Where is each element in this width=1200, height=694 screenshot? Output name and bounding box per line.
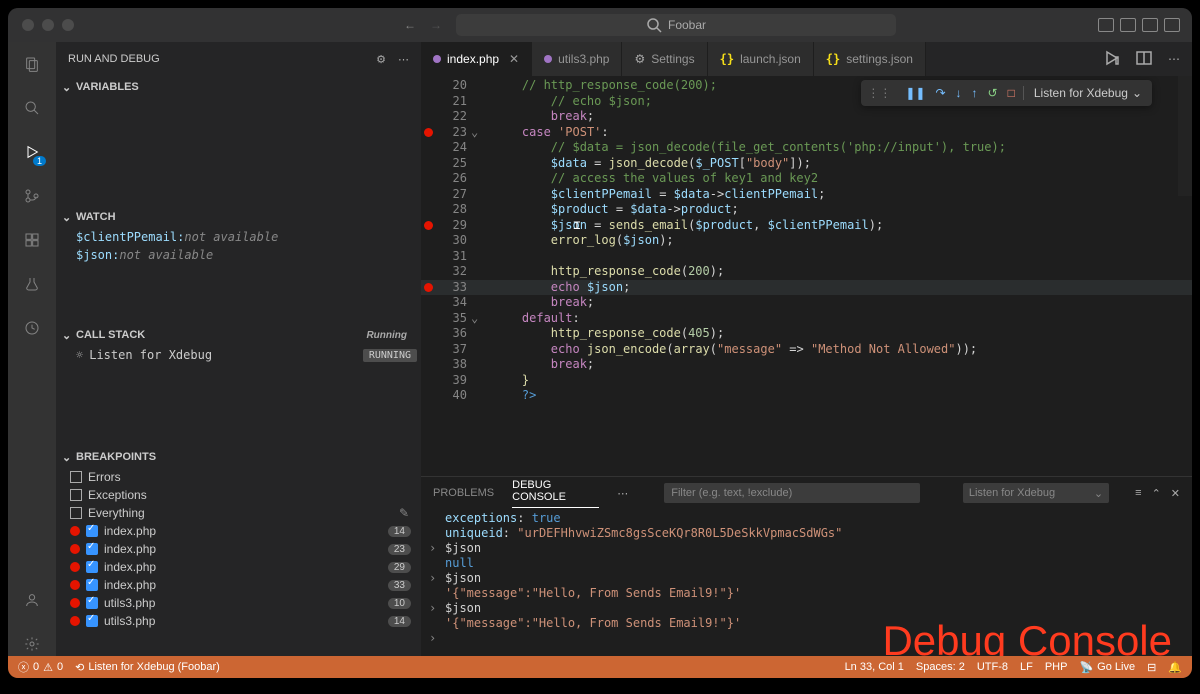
extensions-icon[interactable] <box>20 228 44 252</box>
titlebar: ← → Foobar <box>8 8 1192 42</box>
breakpoint-item[interactable]: Everything✎ <box>56 504 421 522</box>
debug-console[interactable]: Debug Console exceptions: true uniqueid:… <box>421 509 1192 656</box>
sidebar: RUN AND DEBUG ⚙ ⋯ ⌄VARIABLES ⌄WATCH $cli… <box>56 42 421 656</box>
back-icon[interactable]: ← <box>404 18 416 32</box>
breakpoint-item[interactable]: utils3.php10 <box>56 594 421 612</box>
errors-count[interactable]: ⓧ 0 ⚠ 0 <box>18 659 63 675</box>
step-into-icon[interactable]: ↓ <box>956 86 962 100</box>
debug-session-dropdown[interactable]: Listen for Xdebug⌄ <box>963 483 1109 503</box>
debug-status[interactable]: ⟲ Listen for Xdebug (Foobar) <box>75 661 220 674</box>
annotation: Debug Console <box>882 633 1172 648</box>
testing-icon[interactable] <box>20 272 44 296</box>
restart-icon[interactable]: ↺ <box>988 86 998 100</box>
editor[interactable]: ⋮⋮ ❚❚ ↷ ↓ ↑ ↺ □ Listen for Xdebug⌄ 20 //… <box>421 76 1192 476</box>
pause-icon[interactable]: ❚❚ <box>905 86 925 100</box>
watch-item[interactable]: $clientPPemail: not available <box>56 228 421 246</box>
tab[interactable]: {}launch.json <box>708 42 814 76</box>
more-icon[interactable]: ⋯ <box>398 53 409 66</box>
step-over-icon[interactable]: ↷ <box>935 86 945 100</box>
clear-icon[interactable]: ≡ <box>1135 487 1141 500</box>
breakpoint-item[interactable]: Errors <box>56 468 421 486</box>
section-breakpoints[interactable]: ⌄BREAKPOINTS <box>56 446 421 468</box>
debug-icon[interactable]: 1 <box>20 140 44 164</box>
indentation[interactable]: Spaces: 2 <box>916 661 965 673</box>
tab[interactable]: utils3.php <box>532 42 622 76</box>
debug-config-dropdown[interactable]: Listen for Xdebug⌄ <box>1023 86 1152 100</box>
chevron-up-icon[interactable]: ⌃ <box>1152 487 1161 500</box>
tab-debug-console[interactable]: DEBUG CONSOLE <box>512 479 599 508</box>
section-variables[interactable]: ⌄VARIABLES <box>56 76 421 98</box>
command-center[interactable]: Foobar <box>456 14 896 36</box>
cursor-position[interactable]: Ln 33, Col 1 <box>845 661 904 673</box>
panel: PROBLEMS DEBUG CONSOLE ⋯ Filter (e.g. te… <box>421 476 1192 656</box>
step-out-icon[interactable]: ↑ <box>972 86 978 100</box>
breakpoint-item[interactable]: index.php14 <box>56 522 421 540</box>
scm-icon[interactable] <box>20 184 44 208</box>
grip-icon[interactable]: ⋮⋮ <box>861 86 897 100</box>
settings-icon[interactable] <box>20 632 44 656</box>
editor-tabs: index.php✕utils3.php⚙Settings{}launch.js… <box>421 42 1192 76</box>
stop-icon[interactable]: □ <box>1008 86 1015 100</box>
breakpoint-item[interactable]: Exceptions <box>56 486 421 504</box>
split-icon[interactable] <box>1136 50 1152 69</box>
breakpoint-item[interactable]: index.php33 <box>56 576 421 594</box>
search-icon[interactable] <box>20 96 44 120</box>
tab-problems[interactable]: PROBLEMS <box>433 487 494 499</box>
close-icon[interactable]: ✕ <box>1171 487 1180 500</box>
minimap[interactable] <box>1178 76 1192 316</box>
run-icon[interactable] <box>1104 50 1120 69</box>
breakpoint-item[interactable]: utils3.php14 <box>56 612 421 630</box>
more-icon[interactable]: ⋯ <box>1168 52 1180 66</box>
forward-icon[interactable]: → <box>430 18 442 32</box>
breakpoint-item[interactable]: index.php23 <box>56 540 421 558</box>
status-bar: ⓧ 0 ⚠ 0 ⟲ Listen for Xdebug (Foobar) Ln … <box>8 656 1192 678</box>
explorer-icon[interactable] <box>20 52 44 76</box>
encoding[interactable]: UTF-8 <box>977 661 1008 673</box>
debug-toolbar[interactable]: ⋮⋮ ❚❚ ↷ ↓ ↑ ↺ □ Listen for Xdebug⌄ <box>861 80 1152 106</box>
more-icon[interactable]: ⋯ <box>617 487 628 500</box>
activity-bar: 1 <box>8 42 56 656</box>
tab[interactable]: {}settings.json <box>814 42 926 76</box>
account-icon[interactable] <box>20 588 44 612</box>
watch-item[interactable]: $json: not available <box>56 246 421 264</box>
gear-icon[interactable]: ⚙ <box>376 53 386 66</box>
sidebar-title: RUN AND DEBUG <box>68 53 160 65</box>
callstack-item[interactable]: ☼ Listen for Xdebug RUNNING <box>56 346 421 364</box>
tab[interactable]: index.php✕ <box>421 42 532 76</box>
window-controls[interactable] <box>16 19 74 31</box>
filter-input[interactable]: Filter (e.g. text, !exclude) <box>664 483 919 503</box>
layout-controls[interactable] <box>1098 18 1180 32</box>
timeline-icon[interactable] <box>20 316 44 340</box>
tab[interactable]: ⚙Settings <box>622 42 707 76</box>
language[interactable]: PHP <box>1045 661 1068 673</box>
section-callstack[interactable]: ⌄CALL STACKRunning <box>56 324 421 346</box>
section-watch[interactable]: ⌄WATCH <box>56 206 421 228</box>
bell-icon[interactable]: 🔔 <box>1168 661 1182 674</box>
go-live[interactable]: 📡 Go Live <box>1079 661 1135 674</box>
eol[interactable]: LF <box>1020 661 1033 673</box>
search-text: Foobar <box>668 18 706 32</box>
feedback-icon[interactable]: ⊟ <box>1147 661 1156 674</box>
search-icon <box>646 17 662 33</box>
breakpoint-item[interactable]: index.php29 <box>56 558 421 576</box>
